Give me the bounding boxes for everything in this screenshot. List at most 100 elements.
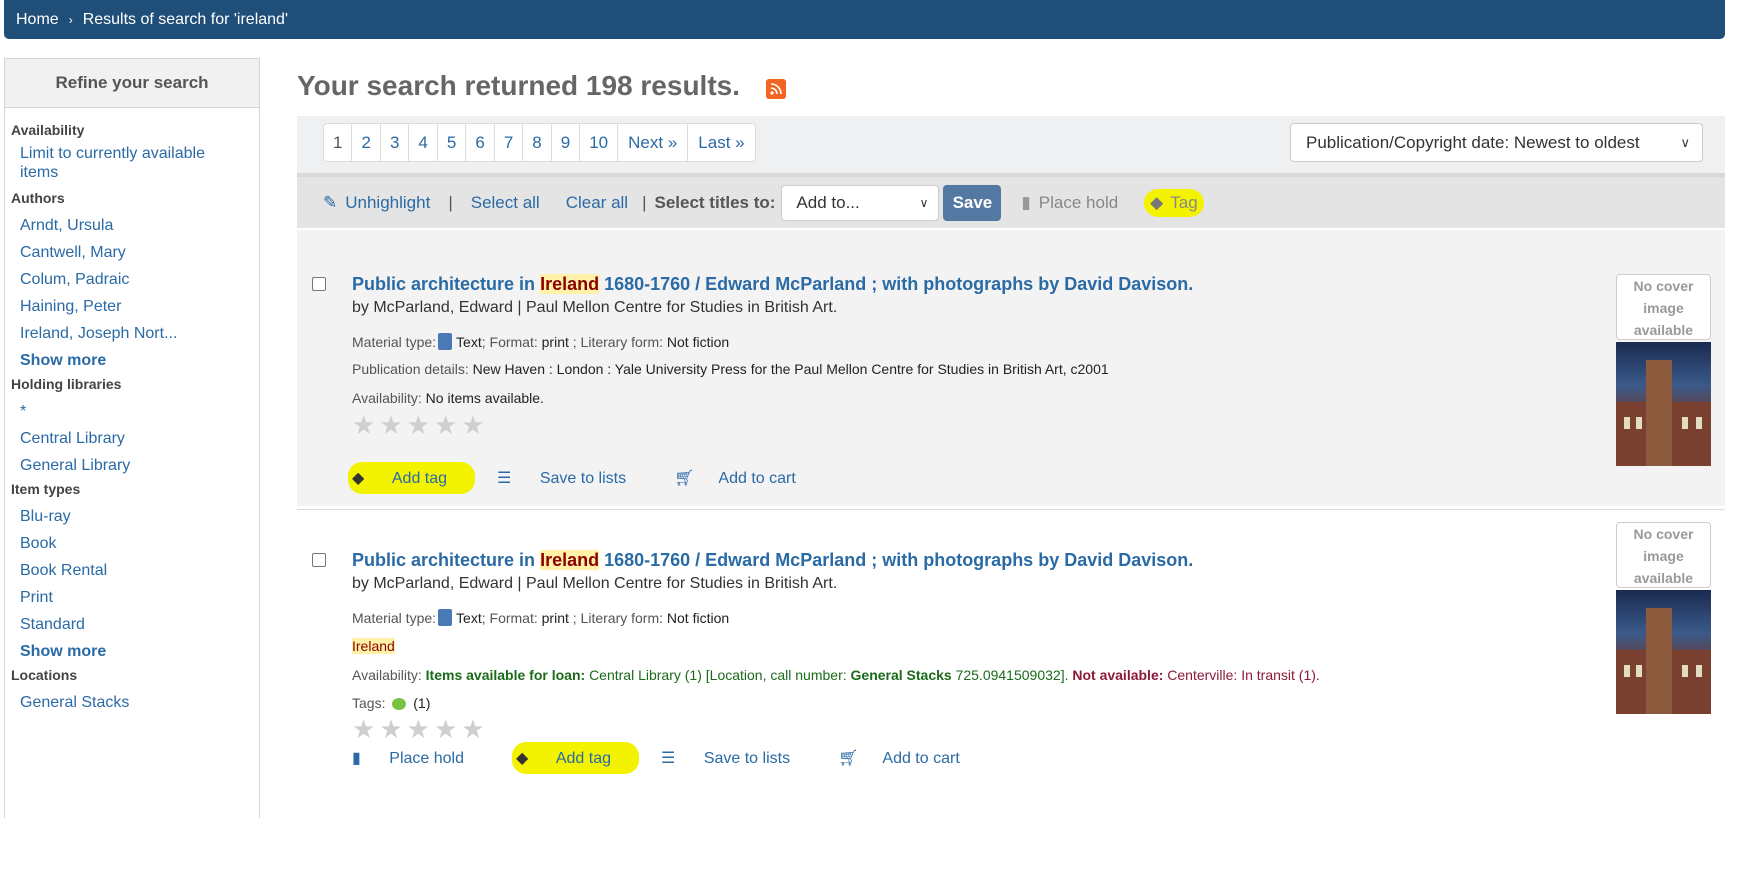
facet-library[interactable]: * [5, 398, 259, 425]
result-checkbox[interactable] [312, 553, 326, 567]
facet-author[interactable]: Cantwell, Mary [5, 239, 259, 266]
breadcrumb: Home › Results of search for 'ireland' [4, 0, 1725, 39]
meta-label: Material type: [352, 334, 437, 350]
facet-itemtype[interactable]: Book Rental [5, 557, 259, 584]
facet-itemtype[interactable]: Standard [5, 611, 259, 638]
authors-show-more[interactable]: Show more [5, 347, 259, 374]
sort-selected: Publication/Copyright date: Newest to ol… [1306, 132, 1640, 152]
cover-image[interactable] [1616, 590, 1711, 714]
no-cover-text: image [1643, 548, 1684, 564]
result-title-link[interactable]: Public architecture in Ireland 1680-1760… [352, 274, 1193, 295]
itemtypes-show-more[interactable]: Show more [5, 638, 259, 665]
star-icon[interactable]: ★ [379, 716, 402, 742]
place-hold-label: Place hold [389, 750, 464, 767]
facet-library[interactable]: General Library [5, 452, 259, 479]
facet-limit-available[interactable]: Limit to currently available items [5, 144, 259, 182]
star-icon[interactable]: ★ [461, 412, 484, 438]
no-cover-text: No cover [1633, 278, 1694, 294]
place-hold-link[interactable]: ▮ Place hold [352, 748, 488, 768]
result-checkbox[interactable] [312, 277, 326, 291]
page-link[interactable]: 8 [523, 124, 552, 161]
tags: Tags: (1) [352, 695, 430, 711]
add-to-cart-label: Add to cart [882, 750, 960, 767]
star-icon[interactable]: ★ [352, 412, 375, 438]
save-to-lists-label: Save to lists [539, 470, 627, 487]
unhighlight-link[interactable]: Unhighlight [345, 193, 430, 213]
clear-all-link[interactable]: Clear all [566, 193, 628, 213]
result-item: Public architecture in Ireland 1680-1760… [297, 230, 1725, 506]
add-to-selected: Add to... [796, 192, 860, 212]
cover-block: No cover image available [1616, 522, 1711, 714]
sort-select[interactable]: Publication/Copyright date: Newest to ol… [1290, 123, 1703, 162]
page-link[interactable]: 3 [381, 124, 410, 161]
page-link[interactable]: 7 [495, 124, 524, 161]
facet-author[interactable]: Ireland, Joseph Nort... [5, 320, 259, 347]
meta-label: Publication details: [352, 361, 469, 377]
refine-heading: Refine your search [5, 59, 259, 108]
location-label: General Stacks [850, 667, 952, 683]
frog-emoji-icon[interactable] [392, 698, 407, 710]
facet-location[interactable]: General Stacks [5, 689, 259, 716]
facet-label: Limit to currently available [20, 145, 205, 162]
star-icon[interactable]: ★ [434, 716, 457, 742]
star-icon[interactable]: ★ [407, 716, 430, 742]
next-page-link[interactable]: Next » [618, 124, 689, 161]
select-all-link[interactable]: Select all [471, 193, 540, 213]
save-to-lists-button[interactable]: ☰ Save to lists [497, 468, 650, 488]
star-icon[interactable]: ★ [407, 412, 430, 438]
page-link[interactable]: 10 [580, 124, 619, 161]
facet-author[interactable]: Arndt, Ursula [5, 212, 259, 239]
page-link[interactable]: 4 [409, 124, 438, 161]
add-tag-button[interactable]: ◆ Add tag [511, 742, 640, 774]
no-cover-placeholder: No cover image available [1616, 274, 1711, 340]
meta-label: ; Literary form: [572, 610, 664, 626]
bookmark-icon: ▮ [1021, 192, 1031, 212]
available-value: Central Library (1) [Location, call numb… [589, 667, 847, 683]
meta-label: Material type: [352, 610, 437, 626]
facet-itemtype[interactable]: Book [5, 530, 259, 557]
page-link[interactable]: 2 [352, 124, 381, 161]
breadcrumb-home[interactable]: Home [16, 11, 59, 29]
facet-heading-authors: Authors [11, 190, 65, 206]
selection-toolbar: ✎ Unhighlight | Select all Clear all | S… [297, 173, 1725, 228]
add-to-cart-button[interactable]: 🛒︎ Add to cart [838, 748, 984, 768]
facet-itemtype[interactable]: Blu-ray [5, 503, 259, 530]
result-actions-final: ▮ Place hold ◆ Add tag ☰ Save to lists 🛒… [352, 742, 1008, 774]
meta-value: Text [456, 610, 482, 626]
facet-author[interactable]: Colum, Padraic [5, 266, 259, 293]
add-to-cart-button[interactable]: 🛒︎ Add to cart [674, 468, 820, 488]
page-link[interactable]: 5 [438, 124, 467, 161]
meta-value: print [541, 334, 569, 350]
publication-details: Publication details: New Haven : London … [352, 361, 1109, 377]
tag-icon: ◆ [352, 470, 365, 487]
facet-library[interactable]: Central Library [5, 425, 259, 452]
tag-button[interactable]: ◆ Tag [1144, 188, 1204, 217]
save-button[interactable]: Save [943, 184, 1002, 221]
rss-icon[interactable] [766, 79, 786, 99]
subject-link[interactable]: Ireland [352, 638, 395, 654]
star-icon[interactable]: ★ [434, 412, 457, 438]
page-link[interactable]: 6 [466, 124, 495, 161]
result-byline: by McParland, Edward | Paul Mellon Centr… [352, 299, 838, 316]
star-rating[interactable]: ★ ★ ★ ★ ★ [352, 716, 485, 742]
cover-image[interactable] [1616, 342, 1711, 466]
result-actions: ◆ Add tag ☰ Save to lists 🛒︎ Add to cart [348, 462, 844, 494]
add-to-select[interactable]: Add to... ∨ [781, 184, 940, 221]
save-to-lists-button[interactable]: ☰ Save to lists [661, 748, 814, 768]
title-text: Public architecture in [352, 274, 541, 294]
facet-author[interactable]: Haining, Peter [5, 293, 259, 320]
page-link[interactable]: 9 [552, 124, 581, 161]
last-page-link[interactable]: Last » [688, 124, 754, 161]
title-keyword: Ireland [540, 274, 600, 294]
star-icon[interactable]: ★ [379, 412, 402, 438]
result-title-link[interactable]: Public architecture in Ireland 1680-1760… [352, 550, 1193, 571]
page-link[interactable]: 1 [324, 124, 353, 161]
meta-label: ; Literary form: [572, 334, 664, 350]
star-rating[interactable]: ★ ★ ★ ★ ★ [352, 412, 485, 438]
star-icon[interactable]: ★ [352, 716, 375, 742]
add-tag-button[interactable]: ◆ Add tag [348, 462, 476, 494]
book-icon [438, 333, 453, 350]
place-hold-button[interactable]: Place hold [1039, 193, 1118, 213]
star-icon[interactable]: ★ [461, 716, 484, 742]
facet-itemtype[interactable]: Print [5, 584, 259, 611]
